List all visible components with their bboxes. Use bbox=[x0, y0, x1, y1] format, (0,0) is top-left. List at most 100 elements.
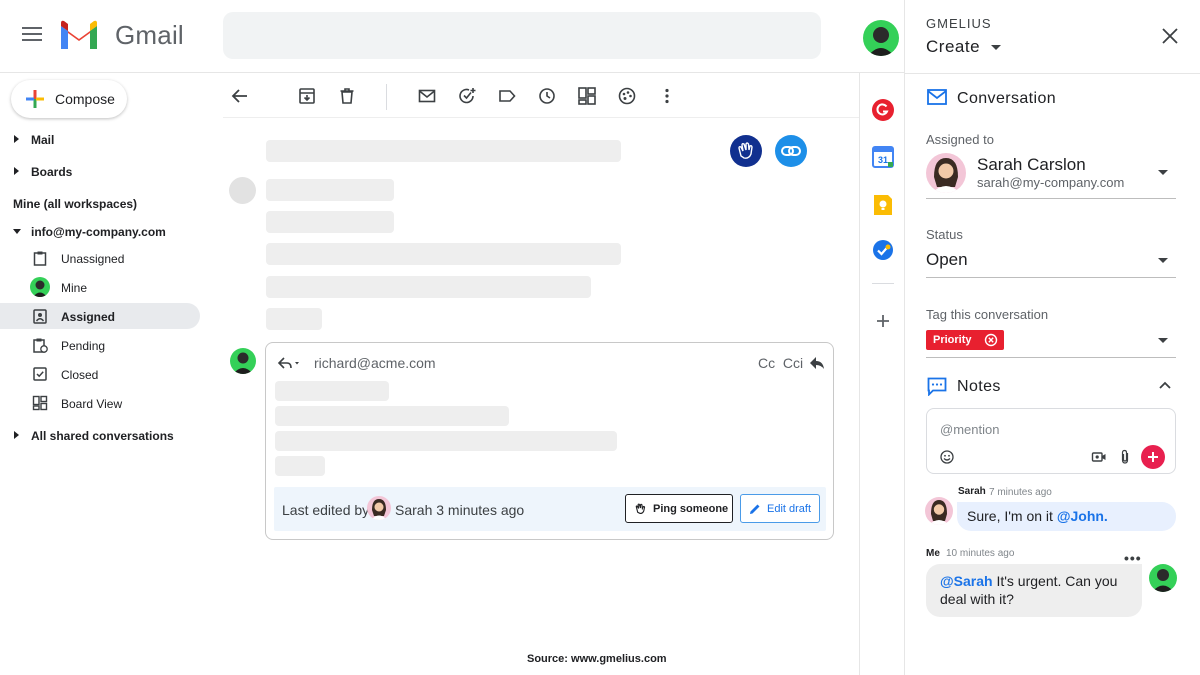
reply-type-dropdown-icon[interactable] bbox=[276, 355, 302, 371]
sidebar-item-unassigned[interactable]: Unassigned bbox=[0, 245, 200, 271]
assignee-name: Sarah Carslon bbox=[977, 155, 1086, 174]
delete-trash-icon[interactable] bbox=[337, 86, 357, 106]
tag-chip-label: Priority bbox=[933, 334, 972, 346]
ping-someone-button[interactable]: Ping someone bbox=[625, 494, 733, 523]
create-dropdown[interactable]: Create bbox=[926, 37, 980, 57]
close-icon[interactable] bbox=[1161, 27, 1179, 45]
emoji-icon[interactable] bbox=[939, 449, 955, 465]
status-select[interactable]: Open bbox=[926, 250, 968, 270]
plus-icon bbox=[1148, 452, 1158, 462]
archive-icon[interactable] bbox=[297, 86, 317, 106]
search-input[interactable] bbox=[223, 12, 821, 59]
sidebar-item-assigned[interactable]: Assigned bbox=[0, 303, 200, 329]
nav-all-shared-label: All shared conversations bbox=[31, 429, 174, 443]
reply-draft-box[interactable]: richard@acme.com Cc Cci Last edited by S… bbox=[265, 342, 834, 540]
reply-recipient[interactable]: richard@acme.com bbox=[314, 355, 436, 371]
top-bar: Gmail bbox=[0, 0, 904, 73]
reply-arrow-icon[interactable] bbox=[809, 355, 825, 371]
board-view-icon bbox=[32, 395, 48, 411]
last-edited-label: Last edited by bbox=[282, 502, 370, 518]
board-view-icon[interactable] bbox=[577, 86, 597, 106]
draft-status-bar: Last edited by Sarah 3 minutes ago Ping … bbox=[274, 487, 826, 531]
tag-dropdown-caret-icon[interactable] bbox=[1158, 338, 1168, 343]
compose-button[interactable]: Compose bbox=[11, 80, 127, 118]
label-tag-icon[interactable] bbox=[497, 86, 517, 106]
attachment-clip-icon[interactable] bbox=[1117, 449, 1133, 465]
sidebar-item-pending[interactable]: Pending bbox=[0, 332, 200, 358]
nav-boards-label: Boards bbox=[31, 165, 73, 179]
sidebar-item-mine[interactable]: Mine bbox=[0, 274, 200, 300]
comment-text: Sure, I'm on it bbox=[967, 508, 1057, 524]
gmail-brand-text: Gmail bbox=[115, 20, 184, 50]
nav-mine-all-label: Mine (all workspaces) bbox=[13, 197, 138, 211]
tag-field-underline bbox=[926, 357, 1176, 358]
collapse-chevron-up-icon[interactable] bbox=[1159, 381, 1171, 389]
sidebar-item-closed[interactable]: Closed bbox=[0, 361, 200, 387]
comment-time: 7 minutes ago bbox=[989, 487, 1052, 498]
note-input-box[interactable]: @mention bbox=[926, 408, 1176, 474]
nav-mail[interactable]: Mail bbox=[0, 127, 200, 153]
conversation-section-title: Conversation bbox=[957, 90, 1057, 107]
share-link-button[interactable] bbox=[775, 135, 807, 167]
expand-caret-icon bbox=[14, 167, 19, 175]
remove-tag-icon[interactable] bbox=[984, 333, 998, 347]
pencil-icon bbox=[750, 504, 760, 514]
wave-hand-icon bbox=[738, 142, 753, 159]
nav-all-shared[interactable]: All shared conversations bbox=[0, 423, 200, 449]
cc-link[interactable]: Cc bbox=[758, 355, 775, 371]
addon-strip: 31 bbox=[859, 73, 905, 675]
status-dropdown-caret-icon[interactable] bbox=[1158, 258, 1168, 263]
assignee-dropdown-caret-icon[interactable] bbox=[1158, 170, 1168, 175]
nav-boards[interactable]: Boards bbox=[0, 159, 200, 185]
sidebar-item-label: Unassigned bbox=[61, 252, 125, 266]
add-addon-plus-icon[interactable] bbox=[871, 309, 895, 333]
notes-chat-icon bbox=[927, 377, 947, 396]
wave-hand-icon bbox=[635, 503, 646, 514]
editor-avatar bbox=[367, 496, 391, 520]
toolbar-divider-line bbox=[223, 117, 859, 118]
body-placeholder bbox=[266, 276, 591, 298]
gmelius-wave-button[interactable] bbox=[730, 135, 762, 167]
snooze-clock-icon[interactable] bbox=[537, 86, 557, 106]
more-vertical-icon[interactable] bbox=[657, 86, 677, 106]
edit-draft-label: Edit draft bbox=[767, 503, 812, 515]
nav-mailbox-label: info@my-company.com bbox=[31, 225, 166, 239]
comment-mention[interactable]: @John. bbox=[1057, 508, 1108, 524]
hamburger-menu-icon[interactable] bbox=[22, 27, 42, 43]
sidebar-item-board-view[interactable]: Board View bbox=[0, 390, 200, 416]
clipboard-icon bbox=[33, 251, 47, 266]
nav-mailbox[interactable]: info@my-company.com bbox=[0, 219, 200, 245]
body-placeholder bbox=[266, 308, 322, 330]
palette-icon[interactable] bbox=[617, 86, 637, 106]
assigned-badge-icon bbox=[33, 309, 47, 324]
source-caption: Source: www.gmelius.com bbox=[527, 653, 667, 665]
tasks-addon-icon[interactable] bbox=[871, 238, 895, 262]
body-placeholder bbox=[266, 243, 621, 265]
draft-body-placeholder bbox=[275, 381, 389, 401]
edit-draft-button[interactable]: Edit draft bbox=[740, 494, 820, 523]
app-window: Gmail Compose Mail Boards Mine (all work… bbox=[0, 0, 1200, 675]
priority-tag-chip[interactable]: Priority bbox=[926, 330, 1004, 350]
account-avatar[interactable] bbox=[863, 20, 899, 56]
cci-link[interactable]: Cci bbox=[783, 355, 803, 371]
assigned-to-label: Assigned to bbox=[926, 132, 994, 147]
video-note-icon[interactable] bbox=[1091, 449, 1107, 465]
back-arrow-icon[interactable] bbox=[230, 86, 250, 106]
note-input-placeholder: @mention bbox=[940, 422, 1000, 437]
calendar-addon-icon[interactable]: 31 bbox=[871, 145, 895, 169]
gmelius-addon-icon[interactable] bbox=[871, 98, 895, 122]
create-caret-icon[interactable] bbox=[991, 45, 1001, 50]
keep-addon-icon[interactable] bbox=[871, 193, 895, 217]
add-note-button[interactable] bbox=[1141, 445, 1165, 469]
expand-caret-icon bbox=[14, 135, 19, 143]
nav-mail-label: Mail bbox=[31, 133, 55, 147]
mark-unread-mail-icon[interactable] bbox=[417, 86, 437, 106]
nav-mine-all[interactable]: Mine (all workspaces) bbox=[0, 191, 200, 217]
comment-mention[interactable]: @Sarah bbox=[940, 573, 993, 589]
mail-envelope-icon bbox=[927, 89, 947, 105]
gmail-logo-icon[interactable] bbox=[58, 19, 100, 51]
add-task-icon[interactable] bbox=[457, 86, 477, 106]
avatar bbox=[30, 277, 50, 297]
reply-author-avatar bbox=[230, 348, 256, 374]
compose-plus-icon bbox=[26, 90, 44, 108]
